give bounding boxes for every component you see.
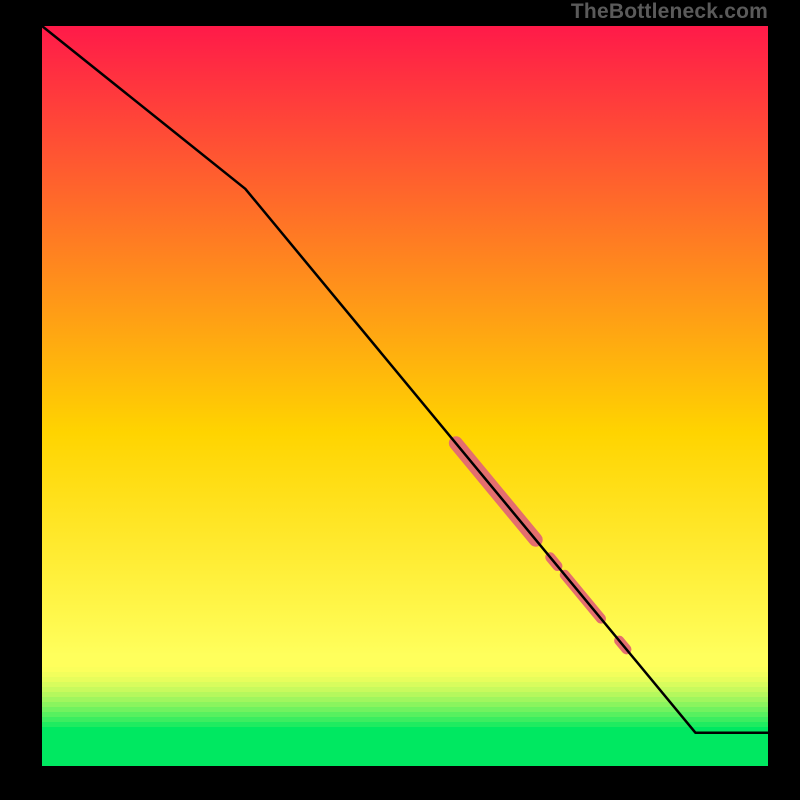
watermark-text: TheBottleneck.com <box>571 0 768 24</box>
chart-svg <box>42 26 768 766</box>
chart-background <box>42 26 768 766</box>
chart-plot-area <box>42 26 768 766</box>
stage: TheBottleneck.com <box>0 0 800 800</box>
chart-green-band <box>42 732 768 766</box>
chart-bottom-gradient <box>42 662 768 733</box>
